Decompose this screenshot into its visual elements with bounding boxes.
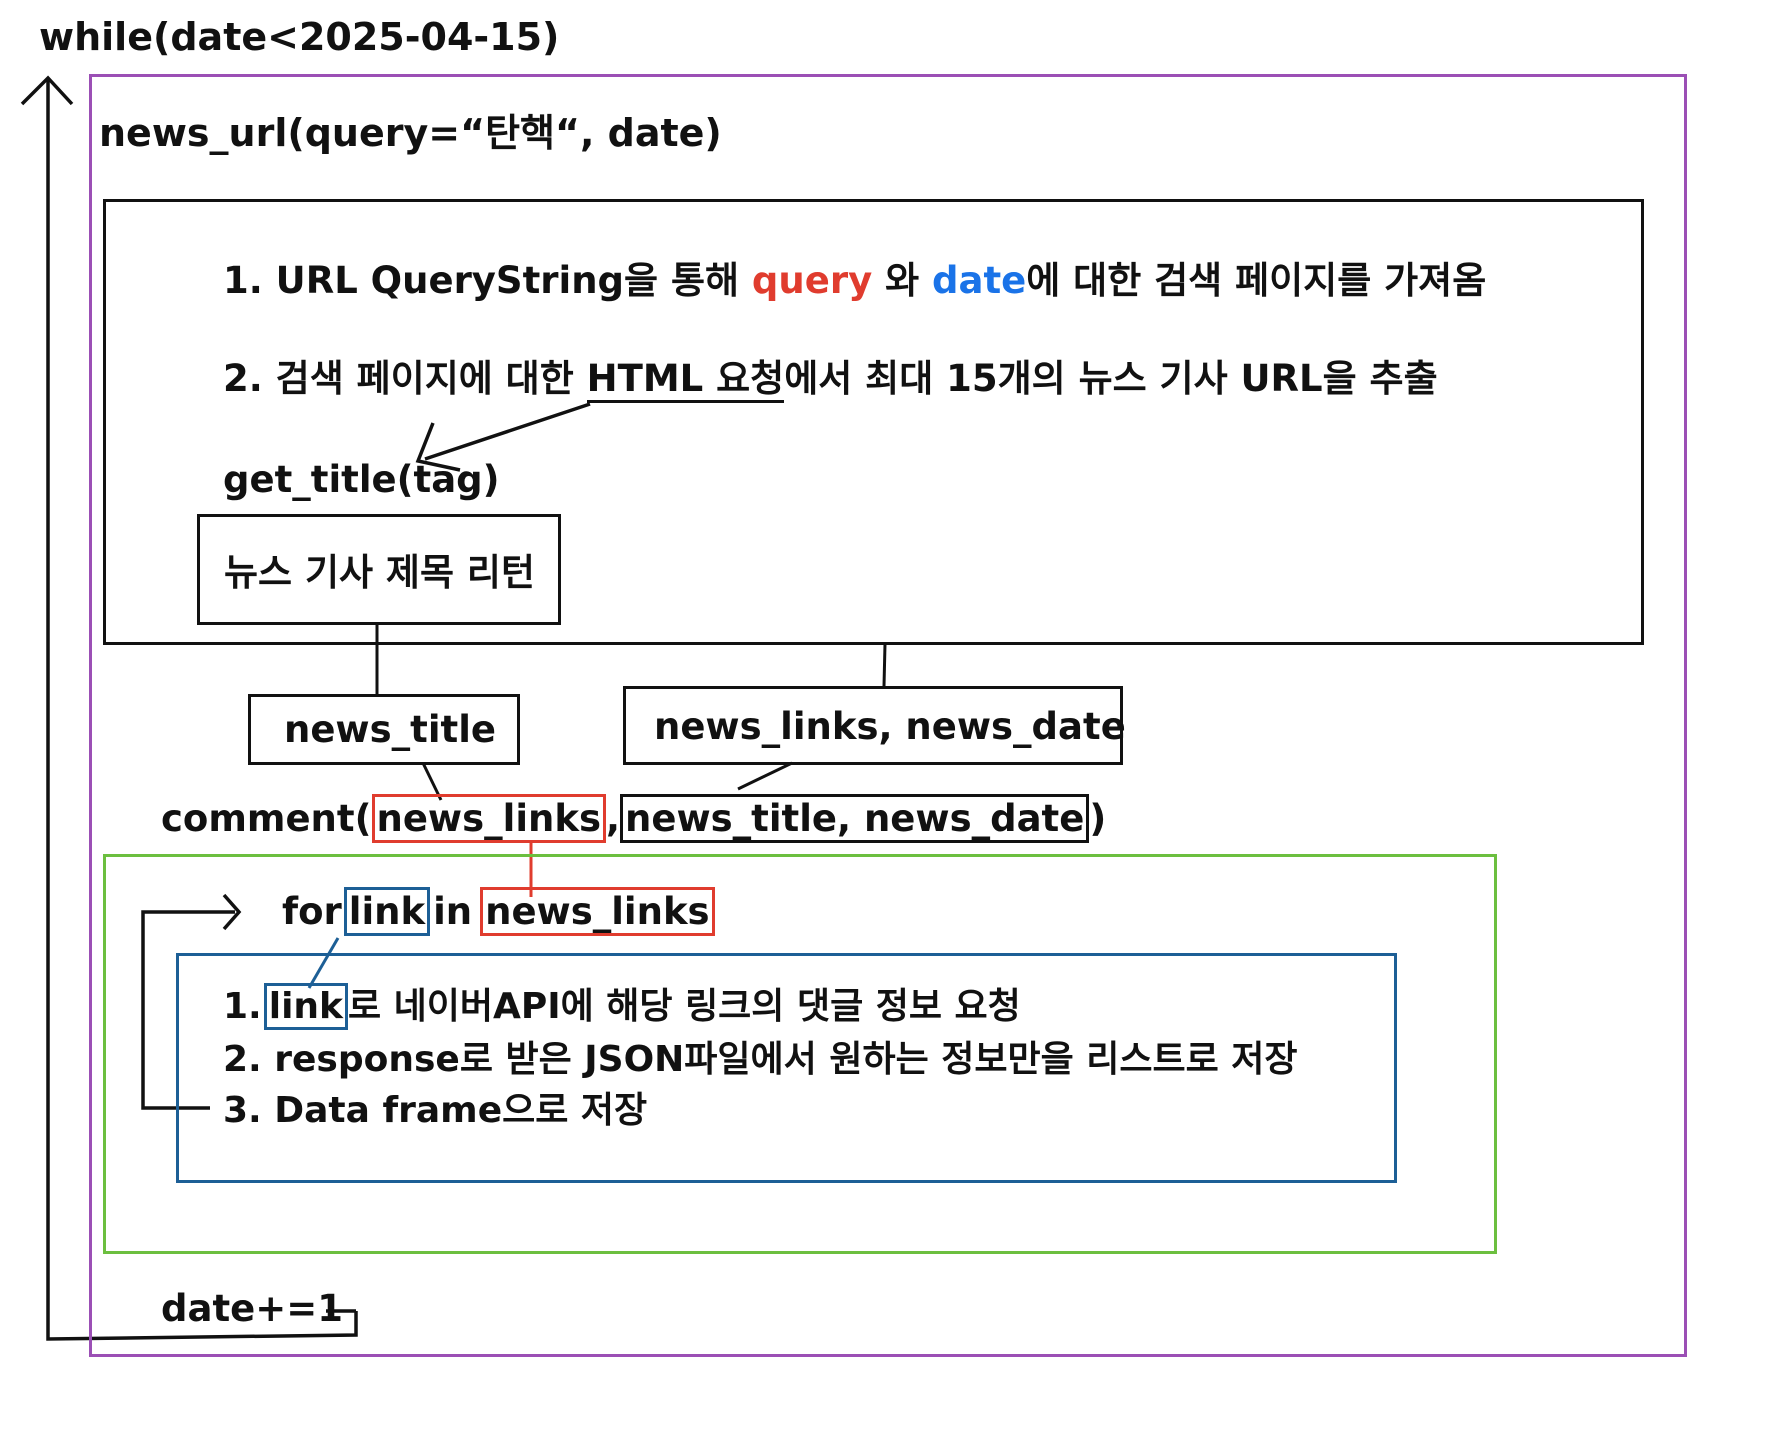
news-title-label: news_title [284,708,496,751]
comment-arg-news-links: news_links [371,794,606,843]
loop-step-1-text: 로 네이버API에 해당 링크의 댓글 정보 요청 [347,986,1021,1027]
news-url-step-2: 2. 검색 페이지에 대한 HTML 요청에서 최대 15개의 뉴스 기사 UR… [223,357,1438,403]
news-links-date-box: news_links, news_date [623,686,1126,765]
date-increment: date+=1 [161,1287,343,1330]
step-1-prefix: 1. URL QueryString을 통해 [223,259,752,302]
comment-call: comment(news_links, news_title, news_date… [161,794,1107,843]
query-term: query [751,259,873,302]
loop-step-1-num: 1. [223,986,262,1027]
loop-step-1: 1. link 로 네이버API에 해당 링크의 댓글 정보 요청 [223,983,1021,1030]
get-title-call: get_title(tag) [223,458,500,501]
news-title-box: news_title [248,694,520,765]
html-request-term: HTML 요청 [586,357,785,403]
comment-arg-title-date: news_title, news_date [620,794,1090,843]
loop-step-2: 2. response로 받은 JSON파일에서 원하는 정보만을 리스트로 저… [223,1039,1298,1080]
while-label: while(date<2025-04-15) [39,15,560,59]
step-1-suffix: 에 대한 검색 페이지를 가져옴 [1026,259,1487,302]
step-1-mid: 와 [872,259,933,302]
loop-var-link: link [343,887,431,936]
get-title-box: 뉴스 기사 제목 리턴 [197,514,561,625]
get-title-box-label: 뉴스 기사 제목 리턴 [224,551,535,594]
comment-suffix: ) [1089,797,1107,840]
comment-comma: , [605,797,621,840]
news-links-date-label: news_links, news_date [654,705,1126,748]
loop-step-3: 3. Data frame으로 저장 [223,1090,648,1131]
date-term: date [932,259,1027,302]
step-2-prefix: 2. 검색 페이지에 대한 [223,357,587,400]
in-keyword: in [433,890,473,933]
loop-iter-news-links: news_links [480,887,715,936]
step-2-suffix: 에서 최대 15개의 뉴스 기사 URL을 추출 [784,357,1438,400]
comment-prefix: comment( [161,797,372,840]
news-url-step-1: 1. URL QueryString을 통해 query 와 date에 대한 … [223,262,1486,299]
news-url-call: news_url(query=“탄핵“, date) [99,111,722,155]
for-loop-header: for link in news_links [282,887,715,936]
for-keyword: for [282,890,342,933]
loop-step-1-link: link [263,983,348,1030]
